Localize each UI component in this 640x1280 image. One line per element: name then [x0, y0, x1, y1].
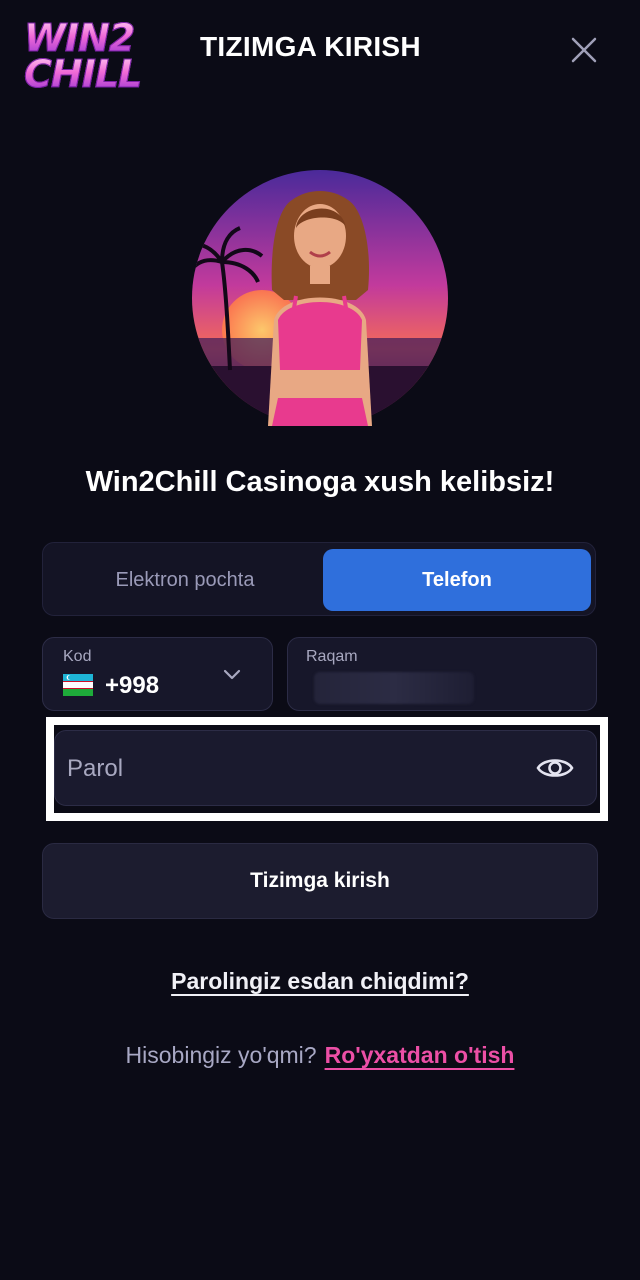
tab-phone[interactable]: Telefon — [323, 549, 591, 611]
close-button[interactable] — [567, 33, 601, 67]
win2chill-logo: WIN2 CHILL — [24, 19, 150, 98]
code-label: Kod — [63, 648, 92, 665]
toggle-password-visibility-button[interactable] — [535, 751, 575, 785]
tab-email[interactable]: Elektron pochta — [49, 549, 321, 611]
forgot-password-link[interactable]: Parolingiz esdan chiqdimi? — [171, 968, 469, 994]
signup-prompt: Hisobingiz yo'qmi? — [125, 1042, 317, 1068]
chevron-down-icon — [223, 669, 241, 680]
signup-row: Hisobingiz yo'qmi? Ro'yxatdan o'tish — [0, 1042, 640, 1069]
welcome-heading: Win2Chill Casinoga xush kelibsiz! — [85, 466, 555, 498]
country-code-select[interactable]: Kod +998 — [42, 637, 273, 711]
number-label: Raqam — [306, 648, 358, 665]
login-method-tabs: Elektron pochta Telefon — [42, 542, 596, 616]
eye-icon — [536, 759, 574, 777]
login-modal: WIN2 CHILL TIZIMGA KIRISH Win2Chill Casi… — [0, 0, 640, 1280]
page-title: TIZIMGA KIRISH — [200, 31, 421, 62]
uzbekistan-flag-icon — [63, 674, 93, 696]
phone-number-field[interactable]: Raqam — [287, 637, 597, 711]
logo-line-2: CHILL — [24, 55, 150, 94]
signup-link[interactable]: Ro'yxatdan o'tish — [325, 1042, 515, 1068]
password-input[interactable] — [65, 745, 509, 793]
password-field — [54, 730, 597, 806]
forgot-password-row: Parolingiz esdan chiqdimi? — [0, 968, 640, 995]
casino-host-avatar — [192, 170, 448, 426]
login-button[interactable]: Tizimga kirish — [42, 843, 598, 919]
country-code-value: +998 — [105, 672, 160, 699]
close-icon — [571, 37, 597, 63]
logo-line-1: WIN2 — [24, 19, 150, 58]
phone-number-value-redacted — [314, 672, 474, 704]
